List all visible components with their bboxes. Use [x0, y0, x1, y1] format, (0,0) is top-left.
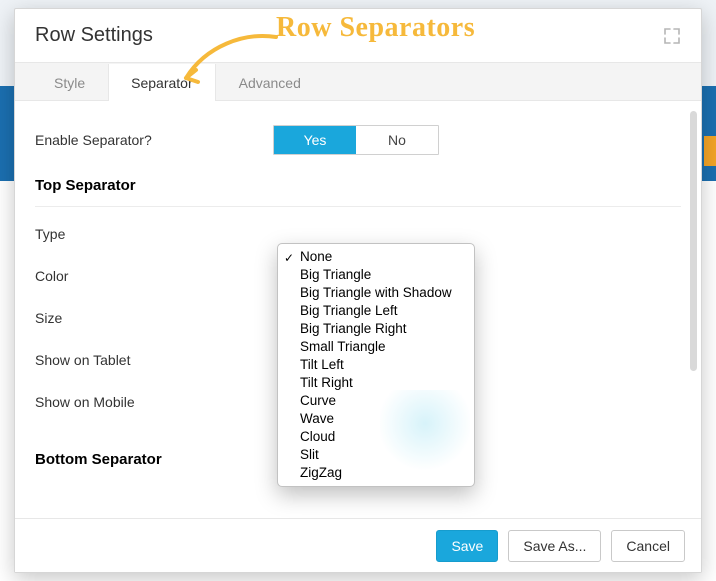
- enable-separator-toggle[interactable]: Yes No: [273, 125, 439, 155]
- enable-yes-option[interactable]: Yes: [274, 126, 356, 154]
- scrollbar[interactable]: [690, 111, 697, 371]
- show-on-tablet-label: Show on Tablet: [35, 352, 273, 368]
- type-option-label: ZigZag: [300, 464, 342, 482]
- type-option-label: Cloud: [300, 428, 335, 446]
- enable-no-option[interactable]: No: [356, 126, 438, 154]
- type-option[interactable]: Big Triangle: [278, 266, 474, 284]
- show-on-mobile-label: Show on Mobile: [35, 394, 273, 410]
- tab-advanced[interactable]: Advanced: [216, 64, 324, 101]
- row-settings-modal: Row Settings Style Separator Advanced En…: [14, 8, 702, 573]
- check-icon: ✓: [284, 249, 294, 267]
- type-option[interactable]: Big Triangle Right: [278, 320, 474, 338]
- type-option[interactable]: Slit: [278, 446, 474, 464]
- tab-style[interactable]: Style: [31, 64, 108, 101]
- enable-separator-label: Enable Separator?: [35, 132, 273, 148]
- top-separator-heading: Top Separator: [35, 159, 681, 207]
- type-option[interactable]: Curve: [278, 392, 474, 410]
- size-label: Size: [35, 310, 273, 326]
- cancel-button[interactable]: Cancel: [611, 530, 685, 562]
- type-option[interactable]: ✓ None: [278, 248, 474, 266]
- field-enable-separator: Enable Separator? Yes No: [35, 121, 681, 159]
- type-option-label: None: [300, 248, 332, 266]
- type-option[interactable]: Big Triangle Left: [278, 302, 474, 320]
- modal-title: Row Settings: [35, 24, 153, 47]
- save-button[interactable]: Save: [436, 530, 498, 562]
- type-dropdown[interactable]: ✓ NoneBig TriangleBig Triangle with Shado…: [277, 243, 475, 487]
- type-option-label: Slit: [300, 446, 319, 464]
- type-option[interactable]: Cloud: [278, 428, 474, 446]
- background-stripe-orange: [704, 136, 716, 166]
- type-option[interactable]: Small Triangle: [278, 338, 474, 356]
- type-option[interactable]: Tilt Right: [278, 374, 474, 392]
- type-option-label: Wave: [300, 410, 334, 428]
- type-option-label: Big Triangle Right: [300, 320, 407, 338]
- tab-bar: Style Separator Advanced: [15, 63, 701, 101]
- type-option-label: Curve: [300, 392, 336, 410]
- type-option-label: Big Triangle Left: [300, 302, 398, 320]
- type-label: Type: [35, 226, 273, 242]
- type-option[interactable]: ZigZag: [278, 464, 474, 482]
- modal-footer: Save Save As... Cancel: [15, 518, 701, 572]
- modal-header: Row Settings: [15, 9, 701, 63]
- color-label: Color: [35, 268, 273, 284]
- modal-body: Enable Separator? Yes No Top Separator T…: [15, 101, 701, 518]
- type-option-label: Small Triangle: [300, 338, 386, 356]
- expand-icon[interactable]: [663, 27, 681, 45]
- type-option[interactable]: Wave: [278, 410, 474, 428]
- type-option-label: Big Triangle with Shadow: [300, 284, 452, 302]
- type-option[interactable]: Tilt Left: [278, 356, 474, 374]
- type-option[interactable]: Big Triangle with Shadow: [278, 284, 474, 302]
- type-option-label: Tilt Left: [300, 356, 344, 374]
- save-as-button[interactable]: Save As...: [508, 530, 601, 562]
- tab-separator[interactable]: Separator: [108, 64, 215, 101]
- type-option-label: Tilt Right: [300, 374, 353, 392]
- type-option-label: Big Triangle: [300, 266, 371, 284]
